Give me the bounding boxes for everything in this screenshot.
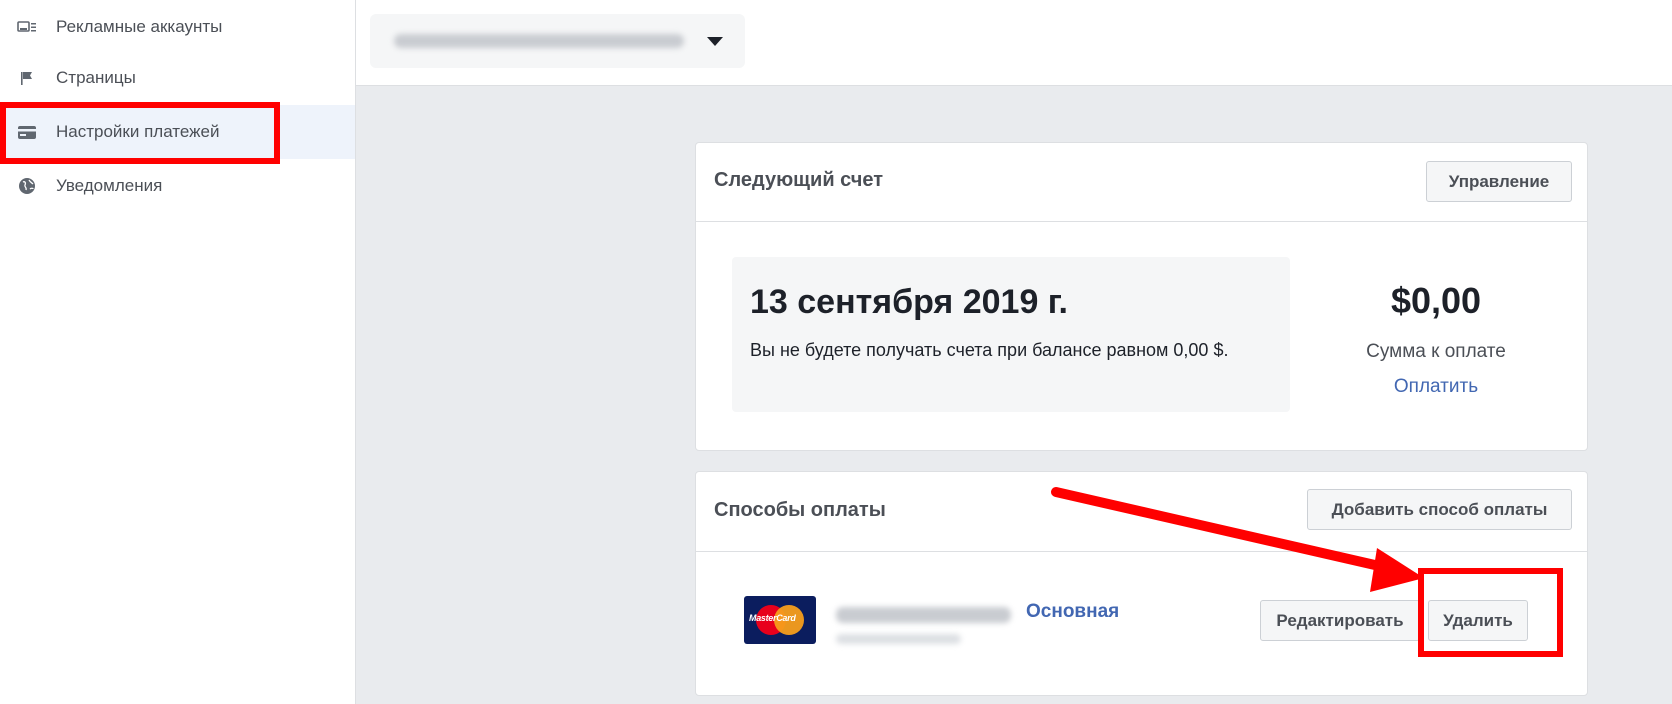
flag-icon	[16, 67, 38, 89]
ad-account-icon	[16, 16, 38, 38]
next-invoice-title: Следующий счет	[714, 169, 884, 191]
invoice-date: 13 сентября 2019 г.	[750, 283, 1069, 321]
account-selector[interactable]	[370, 14, 745, 68]
edit-button[interactable]: Редактировать	[1260, 600, 1420, 641]
sidebar-item-label: Страницы	[56, 68, 136, 87]
card-header: Способы оплаты Добавить способ оплаты	[696, 472, 1587, 552]
sidebar-item-pages[interactable]: Страницы	[0, 51, 355, 105]
mastercard-logo-text: MasterCard	[749, 613, 796, 623]
sidebar-item-notifications[interactable]: Уведомления	[0, 159, 355, 213]
chevron-down-icon	[707, 37, 723, 46]
highlight-delete-button	[1418, 568, 1563, 657]
sidebar-item-ad-accounts[interactable]: Рекламные аккаунты	[0, 0, 355, 54]
top-bar	[356, 0, 1672, 86]
account-name-redacted	[394, 34, 684, 48]
invoice-note: Вы не будете получать счета при балансе …	[750, 340, 1229, 360]
invoice-summary: 13 сентября 2019 г. Вы не будете получат…	[732, 257, 1290, 412]
amount-due-label: Сумма к оплате	[1366, 341, 1506, 362]
manage-button[interactable]: Управление	[1426, 161, 1572, 202]
sidebar-item-label: Рекламные аккаунты	[56, 17, 223, 36]
amount-due: $0,00	[1390, 280, 1482, 321]
card-number-redacted	[836, 607, 1011, 623]
primary-badge: Основная	[1026, 601, 1120, 622]
sidebar-item-label: Уведомления	[56, 176, 163, 195]
next-invoice-card: Следующий счет Управление 13 сентября 20…	[695, 142, 1588, 451]
pay-link[interactable]: Оплатить	[1336, 376, 1536, 398]
highlight-payment-settings	[0, 102, 280, 164]
payment-methods-title: Способы оплаты	[714, 499, 886, 521]
add-payment-method-button[interactable]: Добавить способ оплаты	[1307, 489, 1572, 530]
card-header: Следующий счет Управление	[696, 143, 1587, 222]
card-expiry-redacted	[836, 634, 961, 644]
globe-icon	[16, 175, 38, 197]
mastercard-logo: MasterCard	[744, 596, 816, 644]
